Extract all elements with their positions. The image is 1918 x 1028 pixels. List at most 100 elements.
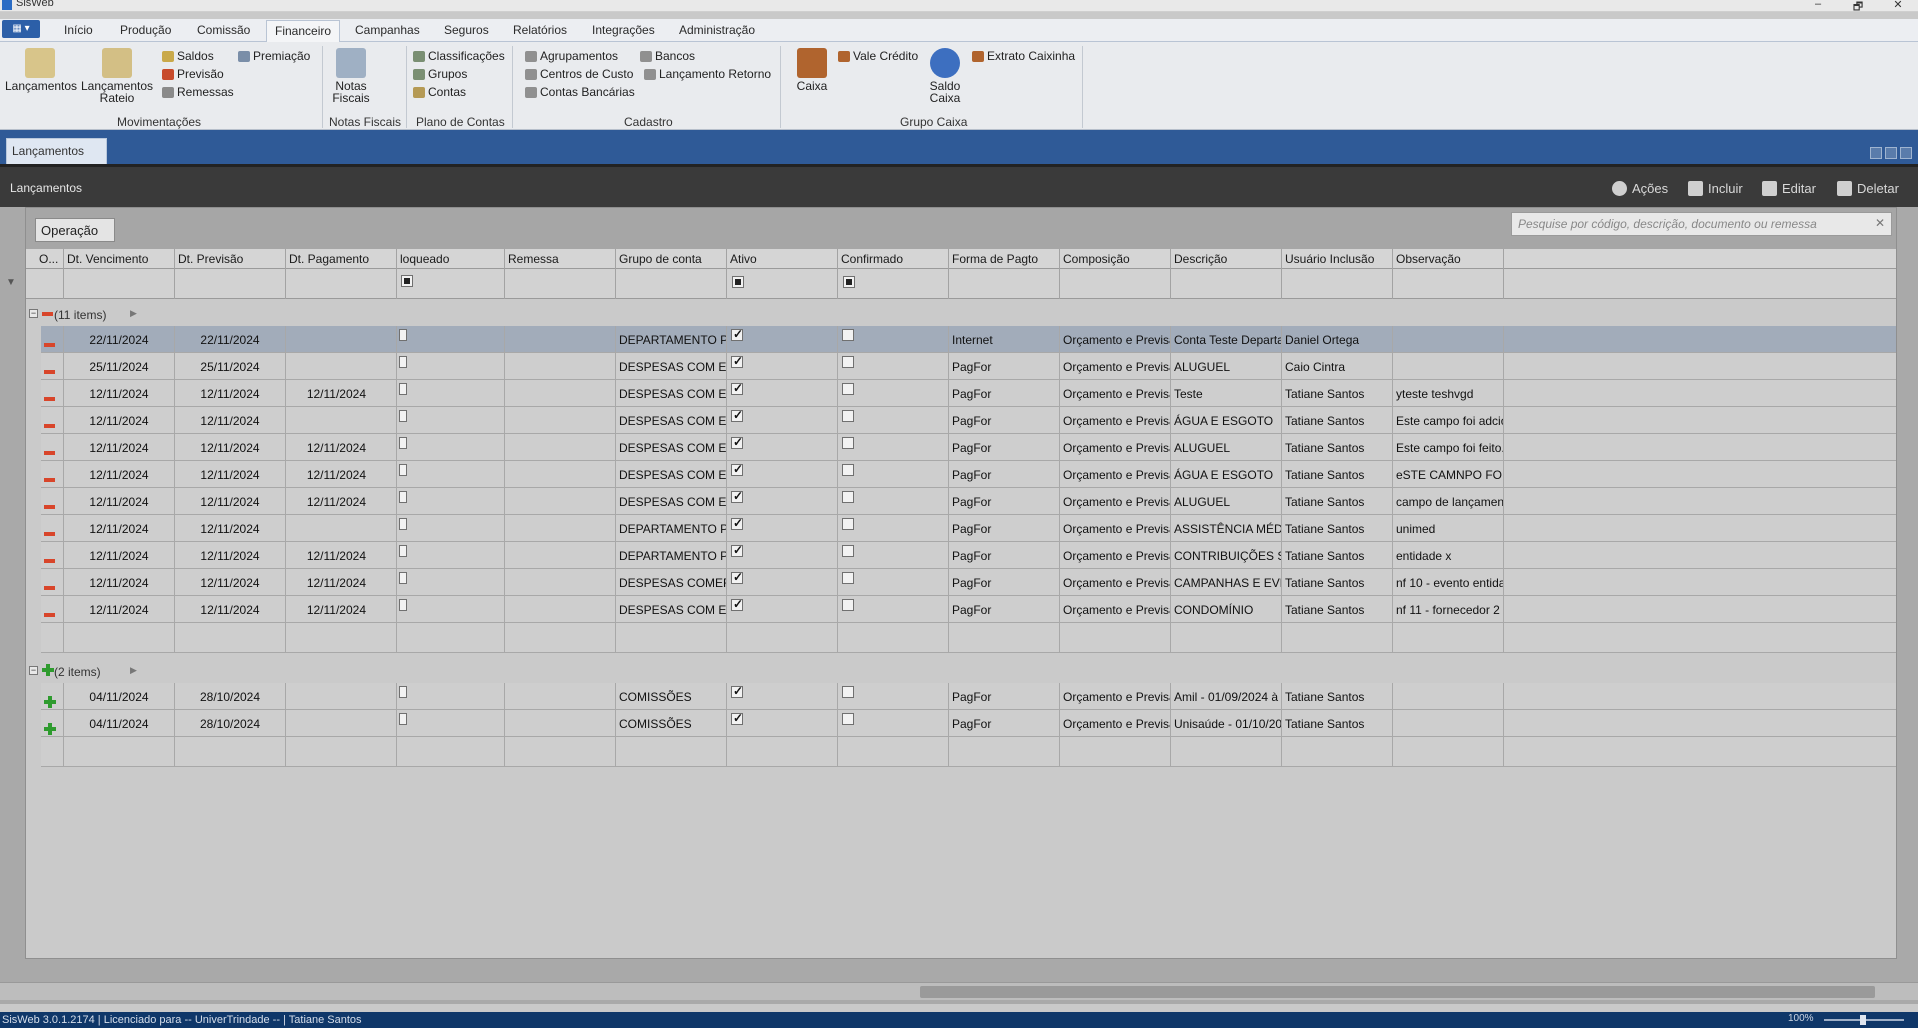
empty-cell[interactable] [1171,737,1282,767]
empty-cell[interactable] [949,623,1060,653]
cell-ativo[interactable] [727,569,838,596]
table-row[interactable]: 12/11/2024 12/11/2024 12/11/2024 DESPESAS C… [41,569,1896,596]
col-remessa-header[interactable]: Remessa [505,249,616,269]
agrupamentos-button[interactable]: Agrupamentos [525,49,618,63]
empty-cell[interactable] [1060,737,1171,767]
cell-bloqueado[interactable] [397,683,505,710]
close-button[interactable]: ✕ [1883,0,1913,11]
deletar-button[interactable]: Deletar [1837,181,1899,196]
classificacoes-button[interactable]: Classificações [413,49,505,63]
tab-campanhas[interactable]: Campanhas [355,23,420,37]
empty-cell[interactable] [1171,623,1282,653]
confirmado-checkbox[interactable] [842,356,854,368]
empty-cell[interactable] [616,623,727,653]
bloqueado-checkbox[interactable] [399,383,407,395]
cell-bloqueado[interactable] [397,596,505,623]
bloqueado-checkbox[interactable] [399,545,407,557]
cell-confirmado[interactable] [838,569,949,596]
premiacao-button[interactable]: Premiação [238,49,310,63]
col-descricao-header[interactable]: Descrição [1171,249,1282,269]
bloqueado-checkbox[interactable] [399,599,407,611]
confirmado-checkbox[interactable] [842,713,854,725]
bloqueado-checkbox[interactable] [399,491,407,503]
col-usuario-inclusao-filter[interactable] [1282,269,1393,299]
cell-bloqueado[interactable] [397,353,505,380]
confirmado-checkbox[interactable] [842,437,854,449]
col-grupo-de-conta-filter[interactable] [616,269,727,299]
cell-confirmado[interactable] [838,683,949,710]
empty-cell[interactable] [1393,623,1504,653]
ativo-checkbox[interactable] [731,570,743,584]
cell-bloqueado[interactable] [397,407,505,434]
col-dt-pagamento-header[interactable]: Dt. Pagamento [286,249,397,269]
grupos-button[interactable]: Grupos [413,67,467,81]
tab-financeiro[interactable]: Financeiro [266,20,341,43]
col-ativo-filter-checkbox[interactable] [732,276,744,288]
col-bloqueado-filter-checkbox[interactable] [401,275,413,287]
bloqueado-checkbox[interactable] [399,329,407,341]
clear-search-icon[interactable]: ✕ [1875,216,1885,230]
application-menu-button[interactable]: ▦ ▾ [2,20,40,38]
col-operacao-filter[interactable] [36,269,64,299]
contas-button[interactable]: Contas [413,85,466,99]
empty-cell[interactable] [1060,623,1171,653]
cell-bloqueado[interactable] [397,515,505,542]
cell-bloqueado[interactable] [397,461,505,488]
search-input[interactable]: Pesquise por código, descrição, document… [1511,212,1892,236]
empty-cell[interactable] [505,623,616,653]
col-observacao-filter[interactable] [1393,269,1504,299]
ativo-checkbox[interactable] [731,711,743,725]
tab-relatorios[interactable]: Relatórios [513,23,567,37]
col-observacao-header[interactable]: Observação [1393,249,1504,269]
table-row[interactable]: 12/11/2024 12/11/2024 12/11/2024 DESPESAS C… [41,488,1896,515]
lancamentos-button[interactable]: Lançamentos [5,48,77,92]
empty-cell[interactable] [949,737,1060,767]
col-forma-de-pagto-filter[interactable] [949,269,1060,299]
cell-confirmado[interactable] [838,434,949,461]
collapse-icon[interactable]: − [29,309,38,318]
scroll-right-icon[interactable] [1885,147,1897,159]
col-descricao-filter[interactable] [1171,269,1282,299]
cell-confirmado[interactable] [838,488,949,515]
confirmado-checkbox[interactable] [842,383,854,395]
bloqueado-checkbox[interactable] [399,356,407,368]
previsao-button[interactable]: Previsão [162,67,224,81]
empty-cell[interactable] [397,623,505,653]
cell-bloqueado[interactable] [397,488,505,515]
cell-ativo[interactable] [727,488,838,515]
cell-ativo[interactable] [727,683,838,710]
table-row[interactable]: 04/11/202428/10/2024 COMISSÕES PagForOrçam… [41,683,1896,710]
cell-confirmado[interactable] [838,353,949,380]
cell-ativo[interactable] [727,326,838,353]
cell-bloqueado[interactable] [397,710,505,737]
col-dt-pagamento-filter[interactable] [286,269,397,299]
minimize-button[interactable]: – [1803,0,1833,10]
col-dt-previsao-header[interactable]: Dt. Previsão [175,249,286,269]
tab-list-icon[interactable] [1900,147,1912,159]
cell-ativo[interactable] [727,542,838,569]
cell-confirmado[interactable] [838,461,949,488]
col-usuario-inclusao-header[interactable]: Usuário Inclusão [1282,249,1393,269]
new-row[interactable] [41,623,1896,653]
bloqueado-checkbox[interactable] [399,713,407,725]
confirmado-checkbox[interactable] [842,410,854,422]
contas-bancarias-button[interactable]: Contas Bancárias [525,85,635,99]
cell-ativo[interactable] [727,407,838,434]
ativo-checkbox[interactable] [731,684,743,698]
table-row[interactable]: 12/11/2024 12/11/2024 12/11/2024 DESPESAS C… [41,380,1896,407]
table-row[interactable]: 12/11/2024 12/11/2024 12/11/2024 DESPESAS C… [41,596,1896,623]
table-row[interactable]: 12/11/202412/11/2024 DESPESAS COM EST... P… [41,407,1896,434]
cell-ativo[interactable] [727,353,838,380]
empty-cell[interactable] [505,737,616,767]
cell-bloqueado[interactable] [397,542,505,569]
ativo-checkbox[interactable] [731,516,743,530]
col-ativo-header[interactable]: Ativo [727,249,838,269]
tab-producao[interactable]: Produção [120,23,171,37]
bloqueado-checkbox[interactable] [399,410,407,422]
ativo-checkbox[interactable] [731,327,743,341]
empty-cell[interactable] [727,623,838,653]
table-row[interactable]: 12/11/2024 12/11/2024 12/11/2024 DEPARTAMEN… [41,542,1896,569]
group-row[interactable]: − (11 items) ▶ [26,304,1896,326]
zoom-slider-thumb[interactable] [1860,1015,1866,1025]
col-dt-vencimento-filter[interactable] [64,269,175,299]
